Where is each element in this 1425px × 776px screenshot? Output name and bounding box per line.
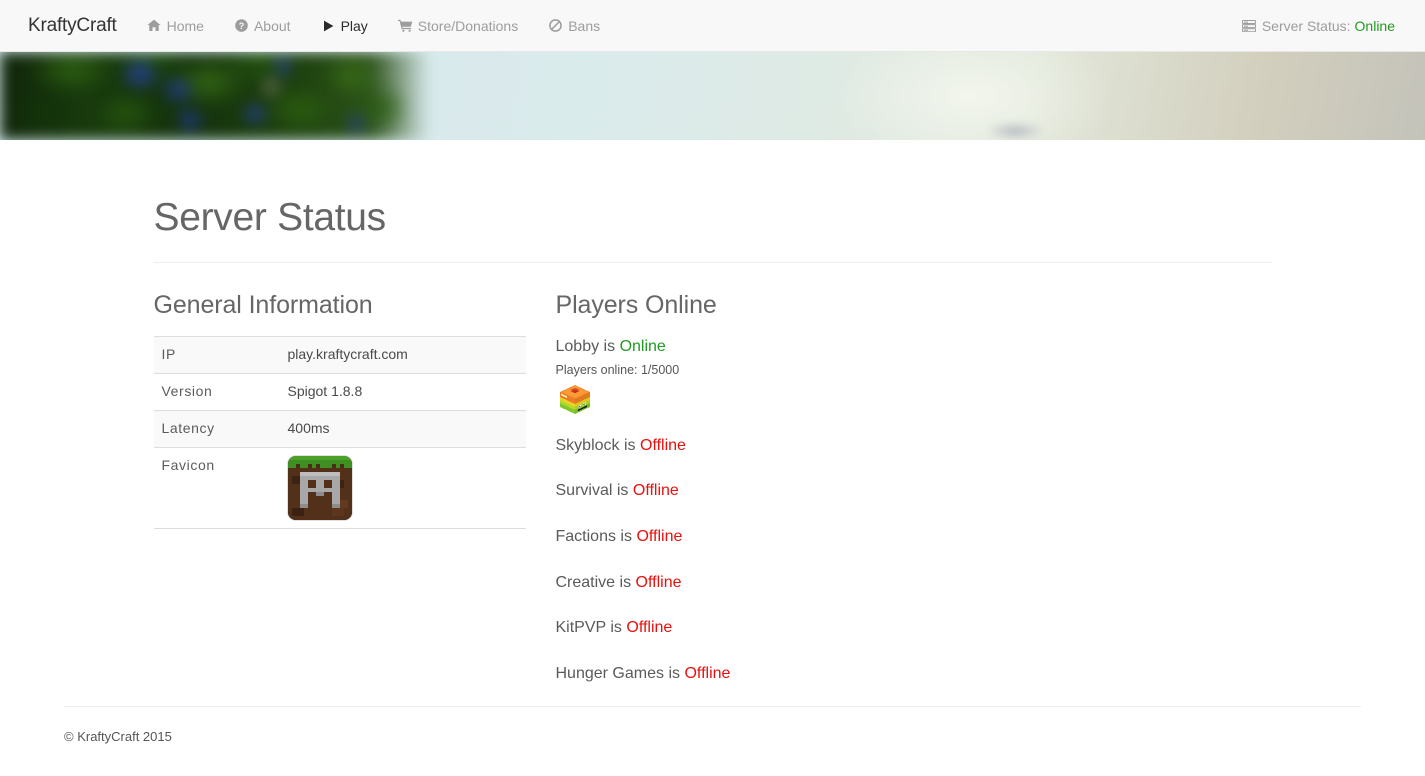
- nav-item-home-label: Home: [166, 17, 204, 34]
- row-label-version: Version: [161, 382, 213, 399]
- list-item: Lobby is Online Players online: 1/5000: [556, 336, 928, 417]
- minecraft-grass-block-favicon-icon: [287, 455, 352, 520]
- status-badge-kitpvp: Offline: [626, 619, 673, 637]
- table-row: Favicon: [153, 447, 526, 529]
- row-label-favicon: Favicon: [161, 456, 215, 473]
- nav-item-play[interactable]: Play: [306, 0, 383, 52]
- server-is-word: is: [610, 619, 622, 637]
- nav-item-bans-wrapper: Bans: [533, 0, 615, 52]
- footer-copyright: © KraftyCraft 2015: [64, 729, 172, 744]
- title-divider: [153, 262, 1272, 263]
- svg-text:?: ?: [239, 21, 245, 31]
- general-information-table: IP play.kraftycraft.com Version Spigot 1…: [153, 336, 526, 529]
- server-status-line-survival: Survival is Offline: [556, 480, 928, 502]
- page-title: Server Status: [153, 196, 387, 239]
- server-is-word: is: [668, 664, 681, 682]
- hero-banner-image: [0, 52, 1425, 140]
- nav-item-home-wrapper: Home: [132, 0, 219, 52]
- nav-item-about[interactable]: ? About: [219, 0, 306, 52]
- nav-item-bans-label: Bans: [568, 17, 601, 34]
- nav-item-store-donations[interactable]: Store/Donations: [383, 0, 533, 52]
- server-status-label: Server Status:: [1261, 18, 1351, 34]
- nav-item-about-label: About: [253, 17, 291, 34]
- page-footer: © KraftyCraft 2015: [0, 706, 1425, 776]
- server-name-lobby: Lobby: [555, 338, 600, 355]
- nav-item-store-donations-label: Store/Donations: [417, 17, 519, 34]
- status-badge-skyblock: Offline: [640, 436, 686, 454]
- server-status-line-skyblock: Skyblock is Offline: [556, 435, 928, 457]
- players-online-panel: Players Online Lobby is Online Players o…: [556, 291, 928, 708]
- server-is-word: is: [616, 482, 629, 500]
- home-icon: [147, 19, 162, 33]
- list-item: Factions is Offline: [556, 526, 928, 548]
- top-navbar: KraftyCraft Home ? About Play Store/Dona…: [0, 0, 1425, 52]
- list-item: KitPVP is Offline: [556, 617, 928, 639]
- cart-icon: [397, 19, 413, 33]
- row-value-version: Spigot 1.8.8: [287, 382, 363, 399]
- player-head-list: [556, 383, 928, 417]
- server-name-kitpvp: KitPVP: [555, 619, 606, 637]
- server-status-line-lobby: Lobby is Online: [556, 336, 928, 358]
- list-item: Skyblock is Offline: [556, 435, 928, 457]
- table-row: Version Spigot 1.8.8: [153, 373, 526, 410]
- question-circle-icon: ?: [234, 19, 249, 33]
- row-value-latency: 400ms: [287, 419, 330, 436]
- server-is-word: is: [623, 436, 636, 454]
- server-name-hunger-games: Hunger Games: [555, 664, 665, 682]
- row-value-ip: play.kraftycraft.com: [287, 346, 408, 362]
- list-item: Creative is Offline: [556, 572, 928, 594]
- players-online-heading: Players Online: [555, 291, 717, 319]
- play-icon: [321, 19, 336, 33]
- ban-icon: [548, 19, 563, 33]
- status-badge-hunger-games: Offline: [684, 664, 731, 682]
- general-information-heading: General Information: [153, 291, 373, 319]
- server-status-line-hunger-games: Hunger Games is Offline: [556, 663, 928, 685]
- server-status-line-factions: Factions is Offline: [556, 526, 928, 548]
- nav-item-play-wrapper: Play: [306, 0, 383, 52]
- server-icon: [1242, 19, 1257, 33]
- server-status-value: Online: [1354, 18, 1395, 34]
- nav-item-play-label: Play: [340, 17, 368, 34]
- server-status-indicator[interactable]: Server Status: Online: [1242, 0, 1395, 52]
- banner-haze-layer: [826, 52, 1112, 140]
- list-item: Hunger Games is Offline: [556, 663, 928, 685]
- status-badge-lobby: Online: [619, 338, 666, 355]
- server-status-line-kitpvp: KitPVP is Offline: [556, 617, 928, 639]
- server-name-skyblock: Skyblock: [555, 436, 620, 454]
- server-name-survival: Survival: [555, 482, 613, 500]
- general-information-panel: General Information IP play.kraftycraft.…: [153, 291, 526, 708]
- server-is-word: is: [620, 528, 632, 546]
- server-name-factions: Factions: [555, 528, 616, 546]
- minecraft-player-head-rainbow-icon[interactable]: [556, 383, 594, 417]
- table-row: Latency 400ms: [153, 410, 526, 448]
- row-label-latency: Latency: [161, 419, 215, 436]
- row-label-ip: IP: [161, 346, 176, 362]
- server-status-list: Lobby is Online Players online: 1/5000 S…: [556, 336, 928, 684]
- server-is-word: is: [619, 573, 632, 591]
- list-item: Survival is Offline: [556, 480, 928, 502]
- server-is-word: is: [603, 338, 616, 355]
- nav-item-store-wrapper: Store/Donations: [383, 0, 533, 52]
- server-name-creative: Creative: [555, 573, 616, 591]
- banner-foliage-layer: [0, 52, 430, 140]
- status-badge-creative: Offline: [635, 573, 682, 591]
- nav-item-home[interactable]: Home: [132, 0, 219, 52]
- main-container: Server Status General Information IP pla…: [128, 196, 1298, 708]
- table-row: IP play.kraftycraft.com: [153, 336, 526, 374]
- nav-item-bans[interactable]: Bans: [533, 0, 615, 52]
- brand-logo[interactable]: KraftyCraft: [15, 15, 132, 37]
- server-status-line-creative: Creative is Offline: [556, 572, 928, 594]
- players-count-lobby: Players online: 1/5000: [555, 362, 680, 377]
- primary-nav: Home ? About Play Store/Donations Bans: [132, 0, 616, 52]
- banner-cloud-layer: [985, 122, 1045, 140]
- status-badge-survival: Offline: [632, 482, 679, 500]
- nav-item-about-wrapper: ? About: [219, 0, 306, 52]
- row-value-favicon: [280, 447, 526, 528]
- content-row: General Information IP play.kraftycraft.…: [143, 291, 1283, 708]
- status-badge-factions: Offline: [636, 528, 683, 546]
